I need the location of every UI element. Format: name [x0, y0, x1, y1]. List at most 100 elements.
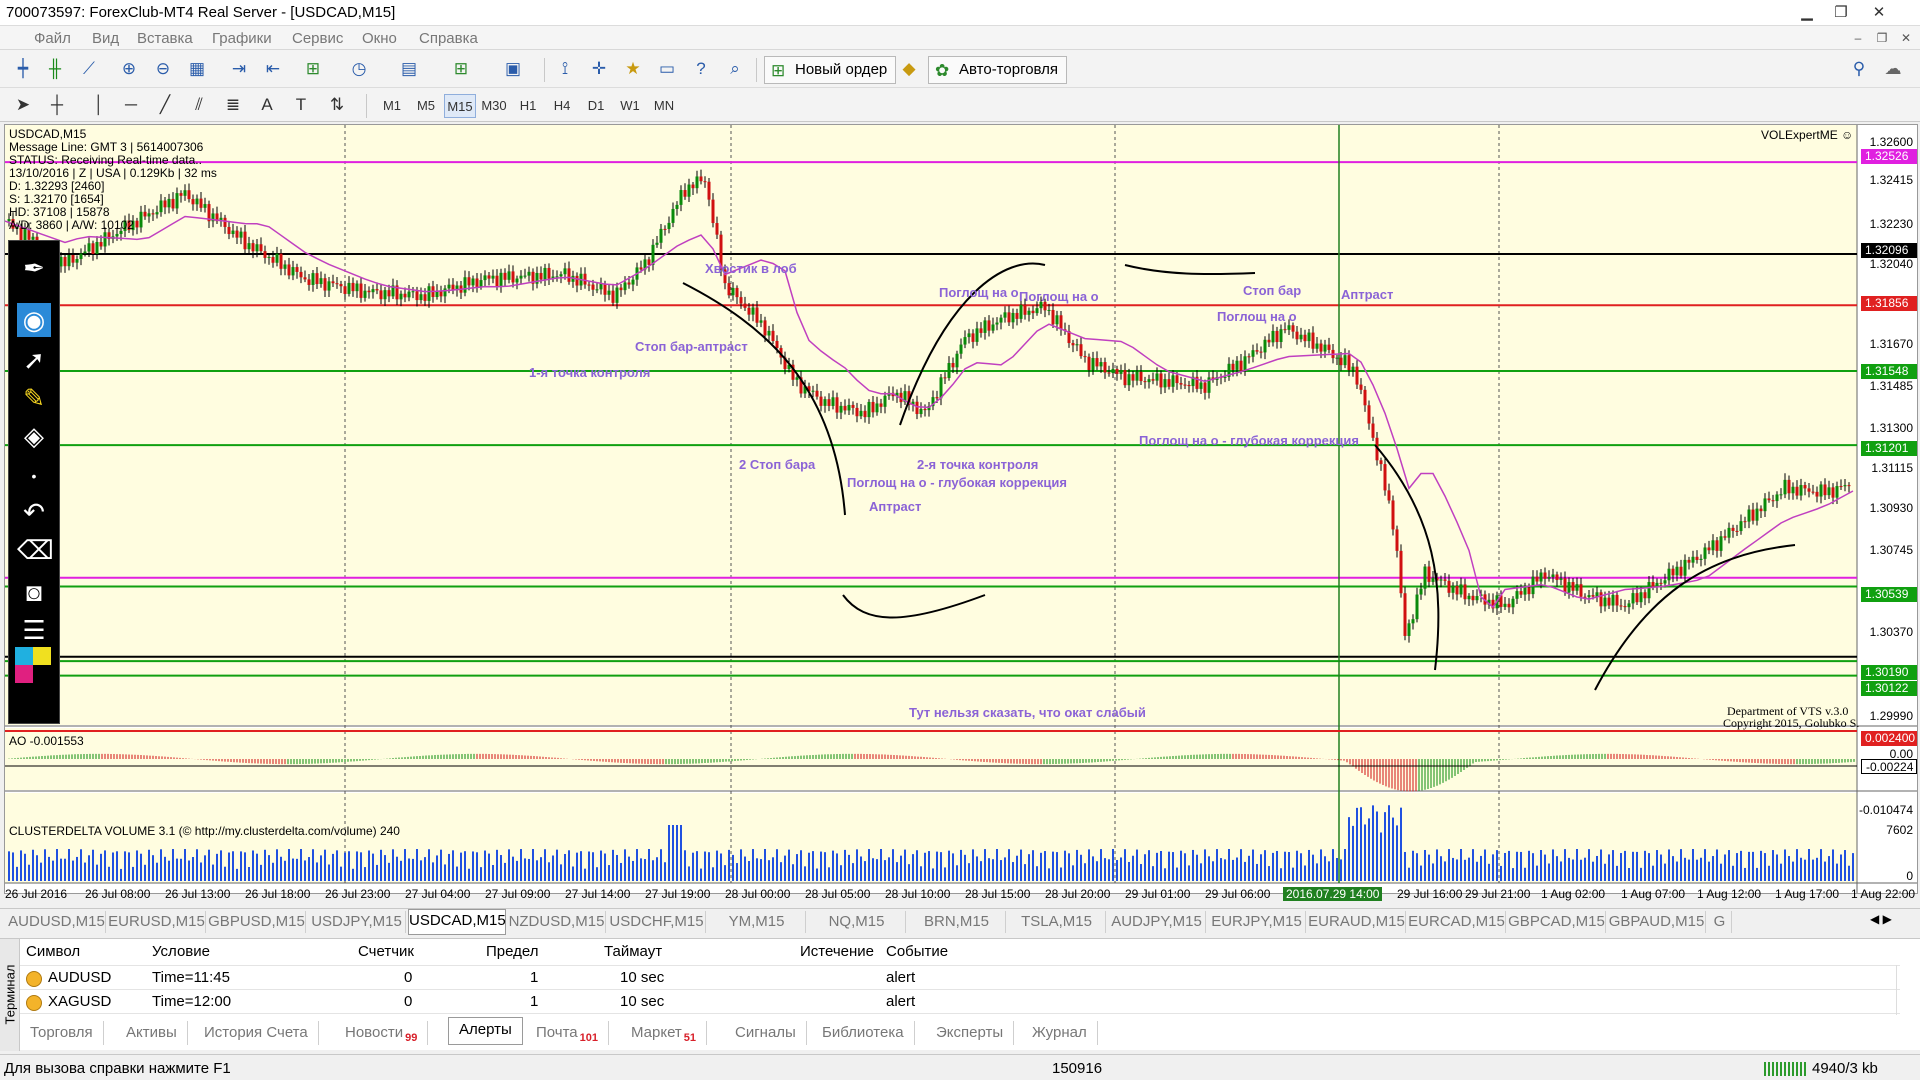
timeframe-d1[interactable]: D1 — [580, 94, 612, 118]
help-icon[interactable]: ? — [688, 56, 714, 82]
horizontal-line-icon[interactable]: ─ — [118, 92, 144, 118]
terminal-tab[interactable]: Сигналы — [725, 1021, 807, 1045]
market-watch-icon[interactable]: ⟟ — [552, 56, 578, 82]
symbol-tab[interactable]: EURCAD,M15 — [1408, 911, 1506, 933]
symbol-tab[interactable]: YM,M15 — [708, 911, 806, 933]
pointer-icon[interactable]: ➚ — [17, 343, 51, 377]
column-header[interactable]: Событие — [886, 943, 948, 960]
terminal-icon[interactable]: ▭ — [654, 56, 680, 82]
terminal-tab[interactable]: Маркет 51 — [621, 1021, 708, 1045]
symbol-tab[interactable]: BRN,M15 — [908, 911, 1006, 933]
terminal-tab[interactable]: История Счета — [194, 1021, 319, 1045]
symbol-tab[interactable]: USDCAD,M15 — [408, 909, 506, 935]
terminal-tab[interactable]: Торговля — [20, 1021, 104, 1045]
terminal-tab[interactable]: Журнал — [1022, 1021, 1098, 1045]
symbol-tab[interactable]: TSLA,M15 — [1008, 911, 1106, 933]
timeframe-mn[interactable]: MN — [648, 94, 680, 118]
camera-icon[interactable]: ◙ — [17, 575, 51, 609]
timeframe-h1[interactable]: H1 — [512, 94, 544, 118]
profiles-icon[interactable]: ▣ — [500, 56, 526, 82]
terminal-scrollbar[interactable] — [1896, 965, 1914, 1015]
arrows-icon[interactable]: ⇅ — [324, 92, 350, 118]
timeframe-h4[interactable]: H4 — [546, 94, 578, 118]
dot-icon[interactable]: • — [17, 459, 51, 493]
crosshair-tool-icon[interactable]: ┼ — [44, 92, 70, 118]
menu-view[interactable]: Вид — [92, 30, 119, 47]
close-button[interactable]: ✕ — [1862, 2, 1896, 24]
cursor-icon[interactable]: ➤ — [10, 92, 36, 118]
price-chart[interactable] — [5, 125, 1917, 893]
menu-window[interactable]: Окно — [362, 30, 397, 47]
timeframe-m5[interactable]: M5 — [410, 94, 442, 118]
column-header[interactable]: Истечение — [800, 943, 874, 960]
symbol-tab[interactable]: NQ,M15 — [808, 911, 906, 933]
crosshair-icon[interactable]: ✛ — [586, 56, 612, 82]
column-header[interactable]: Таймаут — [604, 943, 662, 960]
eraser-icon[interactable]: ◈ — [17, 419, 51, 453]
undo-icon[interactable]: ↶ — [17, 495, 51, 529]
menu-file[interactable]: Файл — [34, 30, 71, 47]
timeframe-m1[interactable]: M1 — [376, 94, 408, 118]
symbol-tab[interactable]: EURUSD,M15 — [108, 911, 206, 933]
chart-shift-icon[interactable]: ⇥ — [226, 56, 252, 82]
symbol-tab[interactable]: GBPAUD,M15 — [1608, 911, 1706, 933]
text-icon[interactable]: A — [254, 92, 280, 118]
zoom-in-icon[interactable]: ⊕ — [116, 56, 142, 82]
zoom-out-icon[interactable]: ⊖ — [150, 56, 176, 82]
maximize-button[interactable]: ❐ — [1824, 2, 1858, 24]
mdi-restore-button[interactable]: ❐ — [1872, 29, 1892, 47]
text-label-icon[interactable]: T — [288, 92, 314, 118]
symbol-tab[interactable]: GBPUSD,M15 — [208, 911, 306, 933]
chart-window[interactable]: USDCAD,M15 Message Line: GMT 3 | 5614007… — [4, 124, 1918, 901]
tab-scroll-arrows[interactable]: ◀ ▶ — [1870, 912, 1892, 926]
color-swatch-black[interactable] — [33, 665, 51, 683]
pen-icon[interactable]: ✒ — [17, 251, 51, 285]
tile-windows-icon[interactable]: ▦ — [184, 56, 210, 82]
terminal-tab[interactable]: Эксперты — [926, 1021, 1015, 1045]
symbol-tab[interactable]: GBPCAD,M15 — [1508, 911, 1606, 933]
templates-icon[interactable]: ▤ — [396, 56, 422, 82]
column-header[interactable]: Символ — [26, 943, 80, 960]
vertical-line-icon[interactable]: │ — [86, 92, 112, 118]
symbol-tab[interactable]: USDJPY,M15 — [308, 911, 406, 933]
expert-icon[interactable]: ◆ — [896, 56, 922, 82]
eye-icon[interactable]: ◉ — [17, 303, 51, 337]
symbol-tab[interactable]: G — [1708, 911, 1732, 933]
timeframe-m30[interactable]: M30 — [478, 94, 510, 118]
highlighter-icon[interactable]: ✎ — [17, 381, 51, 415]
terminal-tab[interactable]: Новости 99 — [335, 1021, 429, 1045]
timeframe-w1[interactable]: W1 — [614, 94, 646, 118]
notes-icon[interactable]: ☰ — [17, 613, 51, 647]
minimize-button[interactable]: ▁ — [1790, 2, 1824, 24]
fibonacci-icon[interactable]: ≣ — [220, 92, 246, 118]
bar-chart-icon[interactable]: ┿ — [10, 56, 36, 82]
color-swatch-cyan[interactable] — [15, 647, 33, 665]
menu-help[interactable]: Справка — [419, 30, 478, 47]
search-icon[interactable]: ⌕ — [722, 56, 748, 82]
autoscroll-icon[interactable]: ⇤ — [260, 56, 286, 82]
auto-trading-button[interactable]: ✿ Авто-торговля — [928, 56, 1068, 84]
color-swatch-magenta[interactable] — [15, 665, 33, 683]
column-header[interactable]: Условие — [152, 943, 210, 960]
symbol-tab[interactable]: AUDJPY,M15 — [1108, 911, 1206, 933]
terminal-tab[interactable]: Библиотека — [812, 1021, 915, 1045]
indicators-icon[interactable]: ⊞ — [300, 56, 326, 82]
symbol-tab[interactable]: AUDUSD,M15 — [8, 911, 106, 933]
new-order-button[interactable]: ⊞ Новый ордер — [764, 56, 897, 84]
column-header[interactable]: Счетчик — [358, 943, 414, 960]
timeframe-m15[interactable]: M15 — [444, 94, 476, 118]
menu-charts[interactable]: Графики — [212, 30, 272, 47]
menu-tools[interactable]: Сервис — [292, 30, 343, 47]
navigator-icon[interactable]: ★ — [620, 56, 646, 82]
candlestick-icon[interactable]: ╫ — [42, 56, 68, 82]
search-toolbar-icon[interactable]: ⚲ — [1846, 56, 1872, 82]
trash-icon[interactable]: ⌫ — [17, 533, 54, 567]
symbol-tab[interactable]: EURJPY,M15 — [1208, 911, 1306, 933]
terminal-tab[interactable]: Почта 101 — [526, 1021, 610, 1045]
menu-insert[interactable]: Вставка — [137, 30, 193, 47]
line-chart-icon[interactable]: ⟋ — [76, 56, 102, 82]
color-swatch-yellow[interactable] — [33, 647, 51, 665]
chat-icon[interactable]: ☁ — [1880, 56, 1906, 82]
terminal-tab[interactable]: Активы — [116, 1021, 188, 1045]
trendline-icon[interactable]: ╱ — [152, 92, 178, 118]
